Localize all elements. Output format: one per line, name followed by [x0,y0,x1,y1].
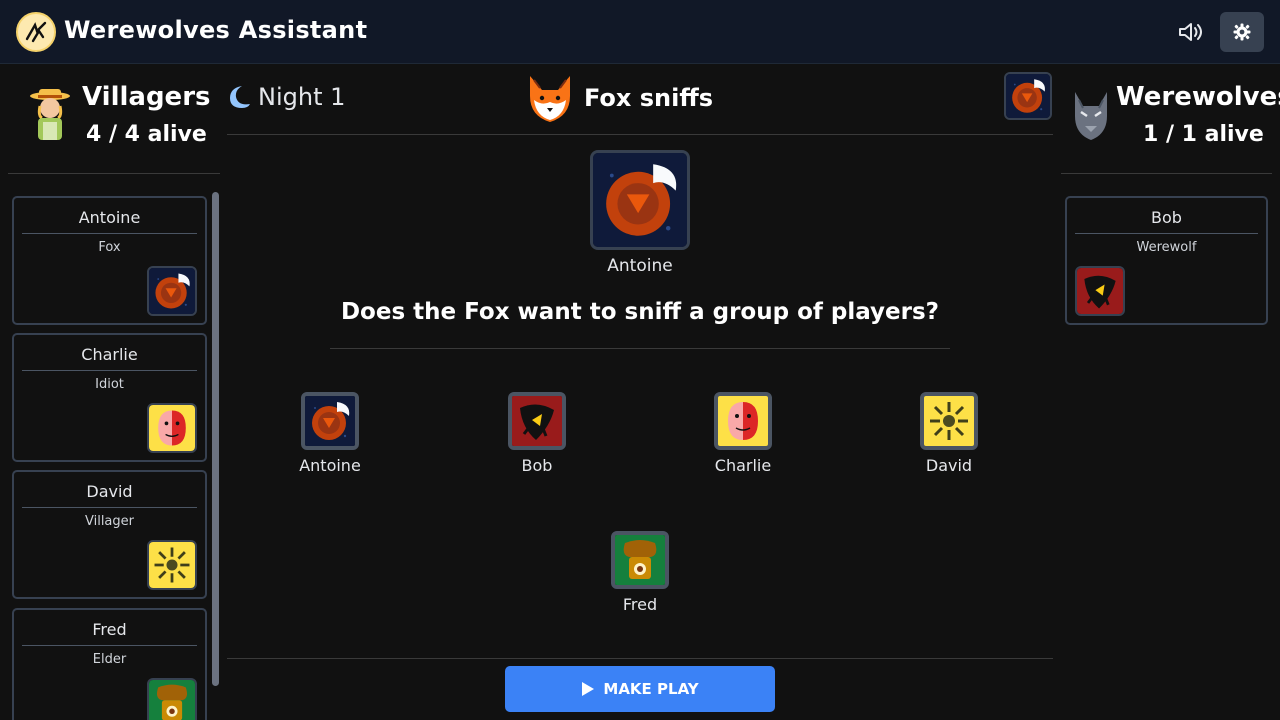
gear-icon [1233,23,1251,41]
player-card-david[interactable]: David Villager [12,470,207,599]
center-divider-top [227,134,1053,135]
night-indicator: Night 1 [226,82,345,112]
target-name: Antoine [299,456,361,475]
actor-name: Antoine [607,256,673,276]
villager-icon [147,540,197,590]
moon-icon [230,86,250,108]
player-role: Idiot [95,377,124,392]
fox-icon [590,150,690,250]
fox-icon [147,266,197,316]
question-divider [330,348,950,349]
villagers-team-header: Villagers 4 / 4 alive [8,64,220,174]
target-choice-charlie[interactable]: Charlie [683,392,803,475]
app-header: Werewolves Assistant [0,0,1280,64]
target-name: Bob [521,456,553,475]
target-choice-antoine[interactable]: Antoine [270,392,390,475]
play-icon [582,682,595,696]
make-play-label: MAKE PLAY [603,680,699,698]
phase-title: Fox sniffs [584,84,714,112]
player-name: Charlie [22,345,197,371]
center-divider-bottom [227,658,1053,659]
player-role: Werewolf [1136,240,1197,255]
werewolves-team-header: Werewolves 1 / 1 alive [1061,64,1280,174]
play-question: Does the Fox want to sniff a group of pl… [340,299,940,325]
phase-header: Fox sniffs [524,72,713,124]
target-name: Fred [622,595,658,614]
idiot-icon [714,392,772,450]
villagers-player-list[interactable]: Antoine Fox Charlie Idiot David Villager… [8,190,212,720]
villager-icon [920,392,978,450]
app-logo-icon [16,12,56,52]
player-card-charlie[interactable]: Charlie Idiot [12,333,207,462]
make-play-button[interactable]: MAKE PLAY [505,666,775,712]
player-name: Antoine [22,208,197,234]
werewolves-alive-count: 1 / 1 alive [1143,122,1264,147]
player-card-antoine[interactable]: Antoine Fox [12,196,207,325]
fox-head-icon [530,76,570,122]
villagers-team-name: Villagers [82,82,211,112]
villagers-scrollbar[interactable] [212,192,219,686]
target-choice-fred[interactable]: Fred [580,531,700,614]
app-title: Werewolves Assistant [64,16,368,44]
player-name: Bob [1075,208,1258,234]
player-card-bob[interactable]: Bob Werewolf [1065,196,1268,325]
player-role: Villager [84,514,134,529]
night-label: Night 1 [258,83,346,111]
fox-icon [301,392,359,450]
player-card-fred[interactable]: Fred Elder [12,608,207,720]
player-role: Elder [92,652,127,667]
target-choice-bob[interactable]: Bob [477,392,597,475]
villagers-alive-count: 4 / 4 alive [86,122,207,147]
speaker-icon [1179,23,1202,41]
fox-icon [1004,72,1052,120]
werewolf-icon [508,392,566,450]
player-name: David [22,482,197,508]
target-name: Charlie [714,456,772,475]
werewolf-icon [1075,266,1125,316]
target-choice-david[interactable]: David [889,392,1009,475]
wolf-icon [1075,92,1107,140]
target-name: David [925,456,973,475]
elder-icon [147,678,197,720]
player-name: Fred [22,620,197,646]
sound-button[interactable] [1172,14,1210,50]
farmer-icon [30,89,70,140]
player-role: Fox [98,240,121,255]
elder-icon [611,531,669,589]
werewolves-team-name: Werewolves [1116,82,1280,112]
settings-button[interactable] [1220,12,1264,52]
idiot-icon [147,403,197,453]
